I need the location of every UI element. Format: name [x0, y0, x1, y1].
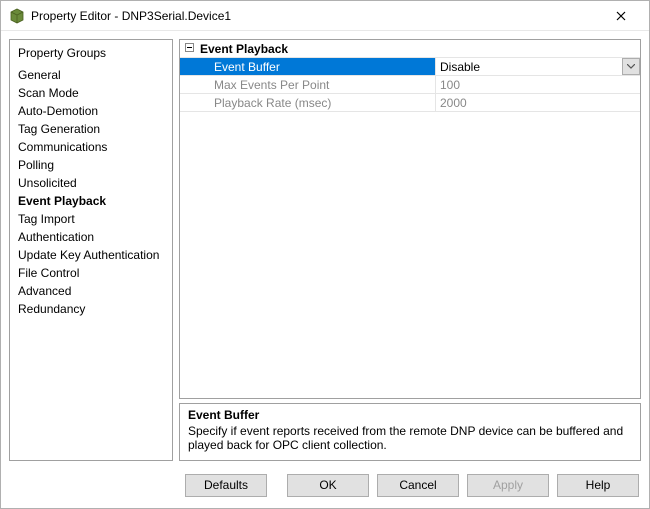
dropdown-button[interactable] [622, 58, 640, 75]
property-value[interactable]: Disable [435, 58, 640, 75]
sidebar-heading: Property Groups [10, 44, 172, 66]
cancel-button[interactable]: Cancel [377, 474, 459, 497]
sidebar-item-general[interactable]: General [10, 66, 172, 84]
main-panel: Event Playback Event BufferDisableMax Ev… [179, 39, 641, 461]
property-value[interactable]: 100 [435, 76, 640, 93]
property-groups-sidebar: Property Groups GeneralScan ModeAuto-Dem… [9, 39, 173, 461]
button-row: Defaults OK Cancel Apply Help [1, 469, 649, 501]
sidebar-item-file-control[interactable]: File Control [10, 264, 172, 282]
description-title: Event Buffer [188, 408, 632, 422]
sidebar-item-unsolicited[interactable]: Unsolicited [10, 174, 172, 192]
chevron-down-icon [627, 64, 635, 69]
property-name: Playback Rate (msec) [180, 94, 435, 111]
collapse-icon[interactable] [180, 43, 198, 55]
window-title: Property Editor - DNP3Serial.Device1 [31, 9, 601, 23]
property-row[interactable]: Event BufferDisable [180, 58, 640, 76]
property-name: Event Buffer [180, 58, 435, 75]
sidebar-item-redundancy[interactable]: Redundancy [10, 300, 172, 318]
property-value[interactable]: 2000 [435, 94, 640, 111]
titlebar: Property Editor - DNP3Serial.Device1 [1, 1, 649, 31]
help-button[interactable]: Help [557, 474, 639, 497]
apply-button[interactable]: Apply [467, 474, 549, 497]
sidebar-item-advanced[interactable]: Advanced [10, 282, 172, 300]
sidebar-item-tag-generation[interactable]: Tag Generation [10, 120, 172, 138]
category-row[interactable]: Event Playback [180, 40, 640, 58]
sidebar-item-communications[interactable]: Communications [10, 138, 172, 156]
property-name: Max Events Per Point [180, 76, 435, 93]
property-row[interactable]: Playback Rate (msec)2000 [180, 94, 640, 112]
close-icon [616, 11, 626, 21]
property-row[interactable]: Max Events Per Point100 [180, 76, 640, 94]
close-button[interactable] [601, 2, 641, 30]
defaults-button[interactable]: Defaults [185, 474, 267, 497]
sidebar-item-tag-import[interactable]: Tag Import [10, 210, 172, 228]
description-panel: Event Buffer Specify if event reports re… [179, 403, 641, 461]
category-label: Event Playback [198, 42, 640, 56]
property-grid: Event Playback Event BufferDisableMax Ev… [179, 39, 641, 399]
app-icon [9, 8, 25, 24]
ok-button[interactable]: OK [287, 474, 369, 497]
content-area: Property Groups GeneralScan ModeAuto-Dem… [1, 31, 649, 469]
description-body: Specify if event reports received from t… [188, 424, 632, 452]
sidebar-item-scan-mode[interactable]: Scan Mode [10, 84, 172, 102]
sidebar-item-update-key-authentication[interactable]: Update Key Authentication [10, 246, 172, 264]
sidebar-item-auto-demotion[interactable]: Auto-Demotion [10, 102, 172, 120]
sidebar-item-event-playback[interactable]: Event Playback [10, 192, 172, 210]
sidebar-item-polling[interactable]: Polling [10, 156, 172, 174]
sidebar-item-authentication[interactable]: Authentication [10, 228, 172, 246]
